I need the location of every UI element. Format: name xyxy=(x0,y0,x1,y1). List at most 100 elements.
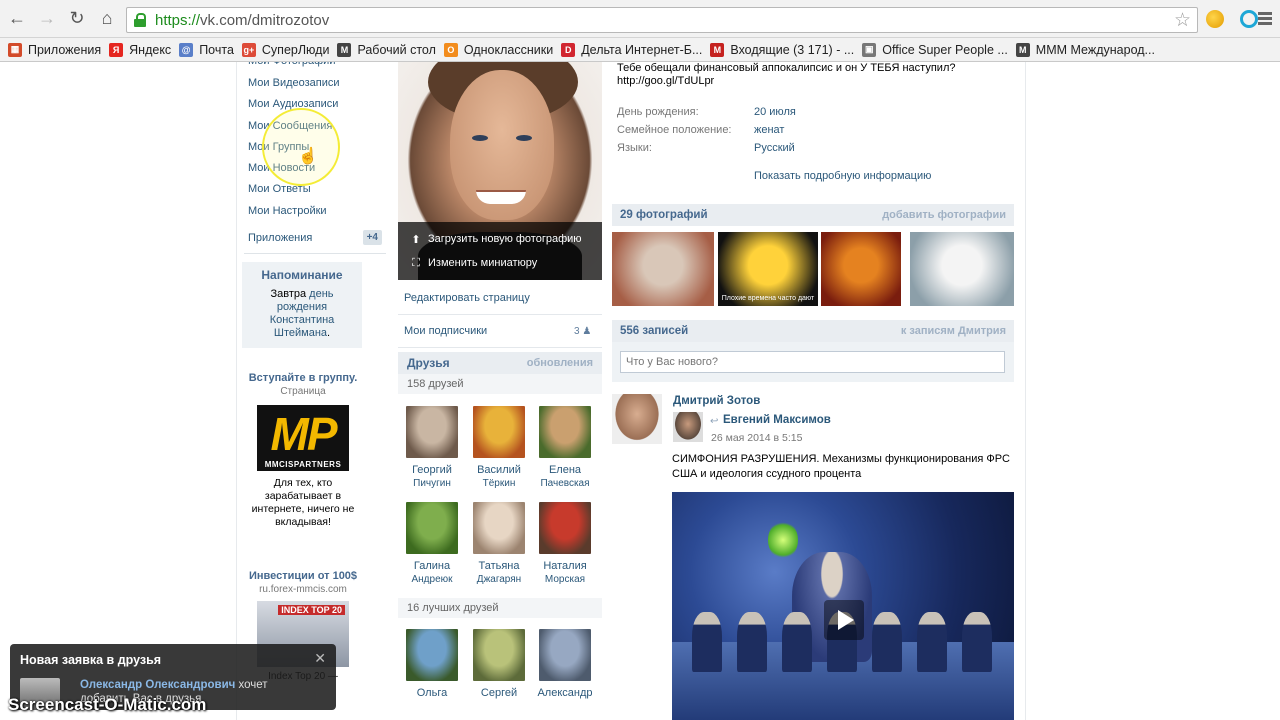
ad-title[interactable]: Вступайте в группу. xyxy=(242,372,364,385)
bookmark-item[interactable]: M Входящие (3 171) - ... xyxy=(710,42,854,57)
friend-first-name[interactable]: Ольга xyxy=(398,687,466,700)
show-more-info-link[interactable]: Показать подробную информацию xyxy=(754,170,931,182)
best-friends-count[interactable]: 16 лучших друзей xyxy=(398,598,602,618)
friend-card[interactable]: Елена Пачевская xyxy=(531,406,599,490)
address-bar[interactable]: https://vk.com/dmitrozotov ☆ xyxy=(126,7,1198,33)
apps-label[interactable]: Приложения xyxy=(248,232,312,244)
friends-header[interactable]: Друзья обновления xyxy=(398,352,602,374)
info-value[interactable]: Русский xyxy=(754,142,795,154)
status-link[interactable]: http://goo.gl/TdULpr xyxy=(617,75,1017,88)
friend-first-name[interactable]: Елена xyxy=(531,464,599,477)
star-icon[interactable]: ☆ xyxy=(1174,9,1191,32)
info-value[interactable]: женат xyxy=(754,124,784,136)
menu-item-1[interactable]: Мои Видеозаписи xyxy=(248,73,388,94)
ad-mp-logo[interactable]: MP MMCISPARTNERS xyxy=(257,405,349,471)
friend-last-name[interactable]: Джагарян xyxy=(465,573,533,586)
friend-last-name[interactable]: Морская xyxy=(531,573,599,586)
friend-avatar[interactable] xyxy=(539,406,591,458)
bookmark-item[interactable]: ▦ Приложения xyxy=(8,42,101,57)
friend-card[interactable]: Ольга xyxy=(398,629,466,700)
repost-avatar[interactable] xyxy=(673,412,703,442)
repost-author-name[interactable]: Евгений Максимов xyxy=(723,414,831,426)
photo-thumbnail[interactable] xyxy=(821,232,901,306)
friend-first-name[interactable]: Георгий xyxy=(398,464,466,477)
friend-card[interactable]: Татьяна Джагарян xyxy=(465,502,533,586)
extension-c-icon[interactable] xyxy=(1240,10,1258,28)
compose-input[interactable] xyxy=(620,351,1005,373)
home-icon[interactable]: ⌂ xyxy=(94,6,120,32)
photo-thumbnail[interactable] xyxy=(612,232,714,306)
photo-thumbnail[interactable]: Плохие времена часто дают xyxy=(718,232,818,306)
add-photos-link[interactable]: добавить фотографии xyxy=(882,209,1006,221)
all-posts-link[interactable]: к записям Дмитрия xyxy=(901,325,1006,337)
friend-last-name[interactable]: Андреюк xyxy=(398,573,466,586)
edit-thumbnail-button[interactable]: ⛶ Изменить миниатюру xyxy=(398,251,602,275)
friend-card[interactable]: Сергей xyxy=(465,629,533,700)
play-icon[interactable] xyxy=(824,600,864,640)
menu-item-apps[interactable]: Приложения +4 xyxy=(248,230,382,245)
friend-card[interactable]: Георгий Пичугин xyxy=(398,406,466,490)
menu-item-6[interactable]: Мои Ответы xyxy=(248,179,388,200)
friend-avatar[interactable] xyxy=(406,629,458,681)
wall-header[interactable]: 556 записей к записям Дмитрия xyxy=(612,320,1014,342)
bookmark-item[interactable]: ▣ Office Super People ... xyxy=(862,42,1008,57)
friend-avatar[interactable] xyxy=(539,502,591,554)
upload-photo-button[interactable]: ⬆ Загрузить новую фотографию xyxy=(398,227,602,251)
reload-icon[interactable]: ↻ xyxy=(64,6,90,32)
extension-coin-icon[interactable] xyxy=(1206,10,1224,28)
photos-title[interactable]: 29 фотографий xyxy=(620,209,708,221)
close-icon[interactable]: ✕ xyxy=(314,650,326,667)
friend-avatar[interactable] xyxy=(406,406,458,458)
friend-card[interactable]: Александр xyxy=(531,629,599,700)
friend-card[interactable]: Галина Андреюк xyxy=(398,502,466,586)
forward-arrow-icon[interactable]: → xyxy=(34,6,60,32)
compose-box xyxy=(612,342,1014,382)
ad-block-group[interactable]: Вступайте в группу. Страница MP MMCISPAR… xyxy=(242,372,364,529)
back-arrow-icon[interactable]: ← xyxy=(4,6,30,32)
edit-thumbnail-label: Изменить миниатюру xyxy=(428,257,538,269)
friends-count[interactable]: 158 друзей xyxy=(398,374,602,394)
menu-item-7[interactable]: Мои Настройки xyxy=(248,201,388,222)
friend-first-name[interactable]: Галина xyxy=(398,560,466,573)
bookmark-item[interactable]: D Дельта Интернет-Б... xyxy=(561,42,702,57)
menu-icon[interactable] xyxy=(1258,12,1272,27)
friend-avatar[interactable] xyxy=(473,502,525,554)
friend-first-name[interactable]: Татьяна xyxy=(465,560,533,573)
bookmark-item[interactable]: g+ СуперЛюди xyxy=(241,42,329,57)
friend-avatar[interactable] xyxy=(539,629,591,681)
friend-avatar[interactable] xyxy=(473,406,525,458)
friend-avatar[interactable] xyxy=(473,629,525,681)
photos-header[interactable]: 29 фотографий добавить фотографии xyxy=(612,204,1014,226)
info-value[interactable]: 20 июля xyxy=(754,106,796,118)
menu-item-photos[interactable]: Мои Фотографии xyxy=(248,62,335,72)
post-date[interactable]: 26 мая 2014 в 5:15 xyxy=(711,432,802,444)
ad-title[interactable]: Инвестиции от 100$ xyxy=(242,570,364,583)
bookmark-item[interactable]: Я Яндекс xyxy=(109,42,171,57)
friend-avatar[interactable] xyxy=(406,502,458,554)
friend-first-name[interactable]: Александр xyxy=(531,687,599,700)
friend-card[interactable]: Наталия Морская xyxy=(531,502,599,586)
bookmark-item[interactable]: M Рабочий стол xyxy=(337,42,436,57)
edit-page-link[interactable]: Редактировать страницу xyxy=(404,292,530,304)
ad-text: Для тех, кто зарабатывает в интернете, н… xyxy=(251,477,355,528)
post-author-name[interactable]: Дмитрий Зотов xyxy=(673,395,760,407)
friends-title[interactable]: Друзья xyxy=(407,356,450,370)
posts-count[interactable]: 556 записей xyxy=(620,325,688,337)
friend-last-name[interactable]: Пачевская xyxy=(531,477,599,490)
bookmark-item[interactable]: О Одноклассники xyxy=(443,42,553,57)
friend-first-name[interactable]: Василий xyxy=(465,464,533,477)
friend-last-name[interactable]: Тёркин xyxy=(465,477,533,490)
reminder-name-link[interactable]: Константина Штеймана xyxy=(270,314,335,339)
friend-first-name[interactable]: Наталия xyxy=(531,560,599,573)
bookmark-item[interactable]: M МММ Международ... xyxy=(1015,42,1155,57)
bookmark-item[interactable]: @ Почта xyxy=(179,42,234,57)
friend-last-name[interactable]: Пичугин xyxy=(398,477,466,490)
notification-name[interactable]: Олександр Олександрович xyxy=(80,679,235,691)
friends-updates-link[interactable]: обновления xyxy=(527,357,593,369)
video-thumbnail[interactable] xyxy=(672,492,1014,720)
subscribers-link[interactable]: Мои подписчики xyxy=(404,325,487,337)
friend-first-name[interactable]: Сергей xyxy=(465,687,533,700)
friend-card[interactable]: Василий Тёркин xyxy=(465,406,533,490)
post-author-avatar[interactable] xyxy=(612,394,662,444)
photo-thumbnail[interactable] xyxy=(910,232,1014,306)
